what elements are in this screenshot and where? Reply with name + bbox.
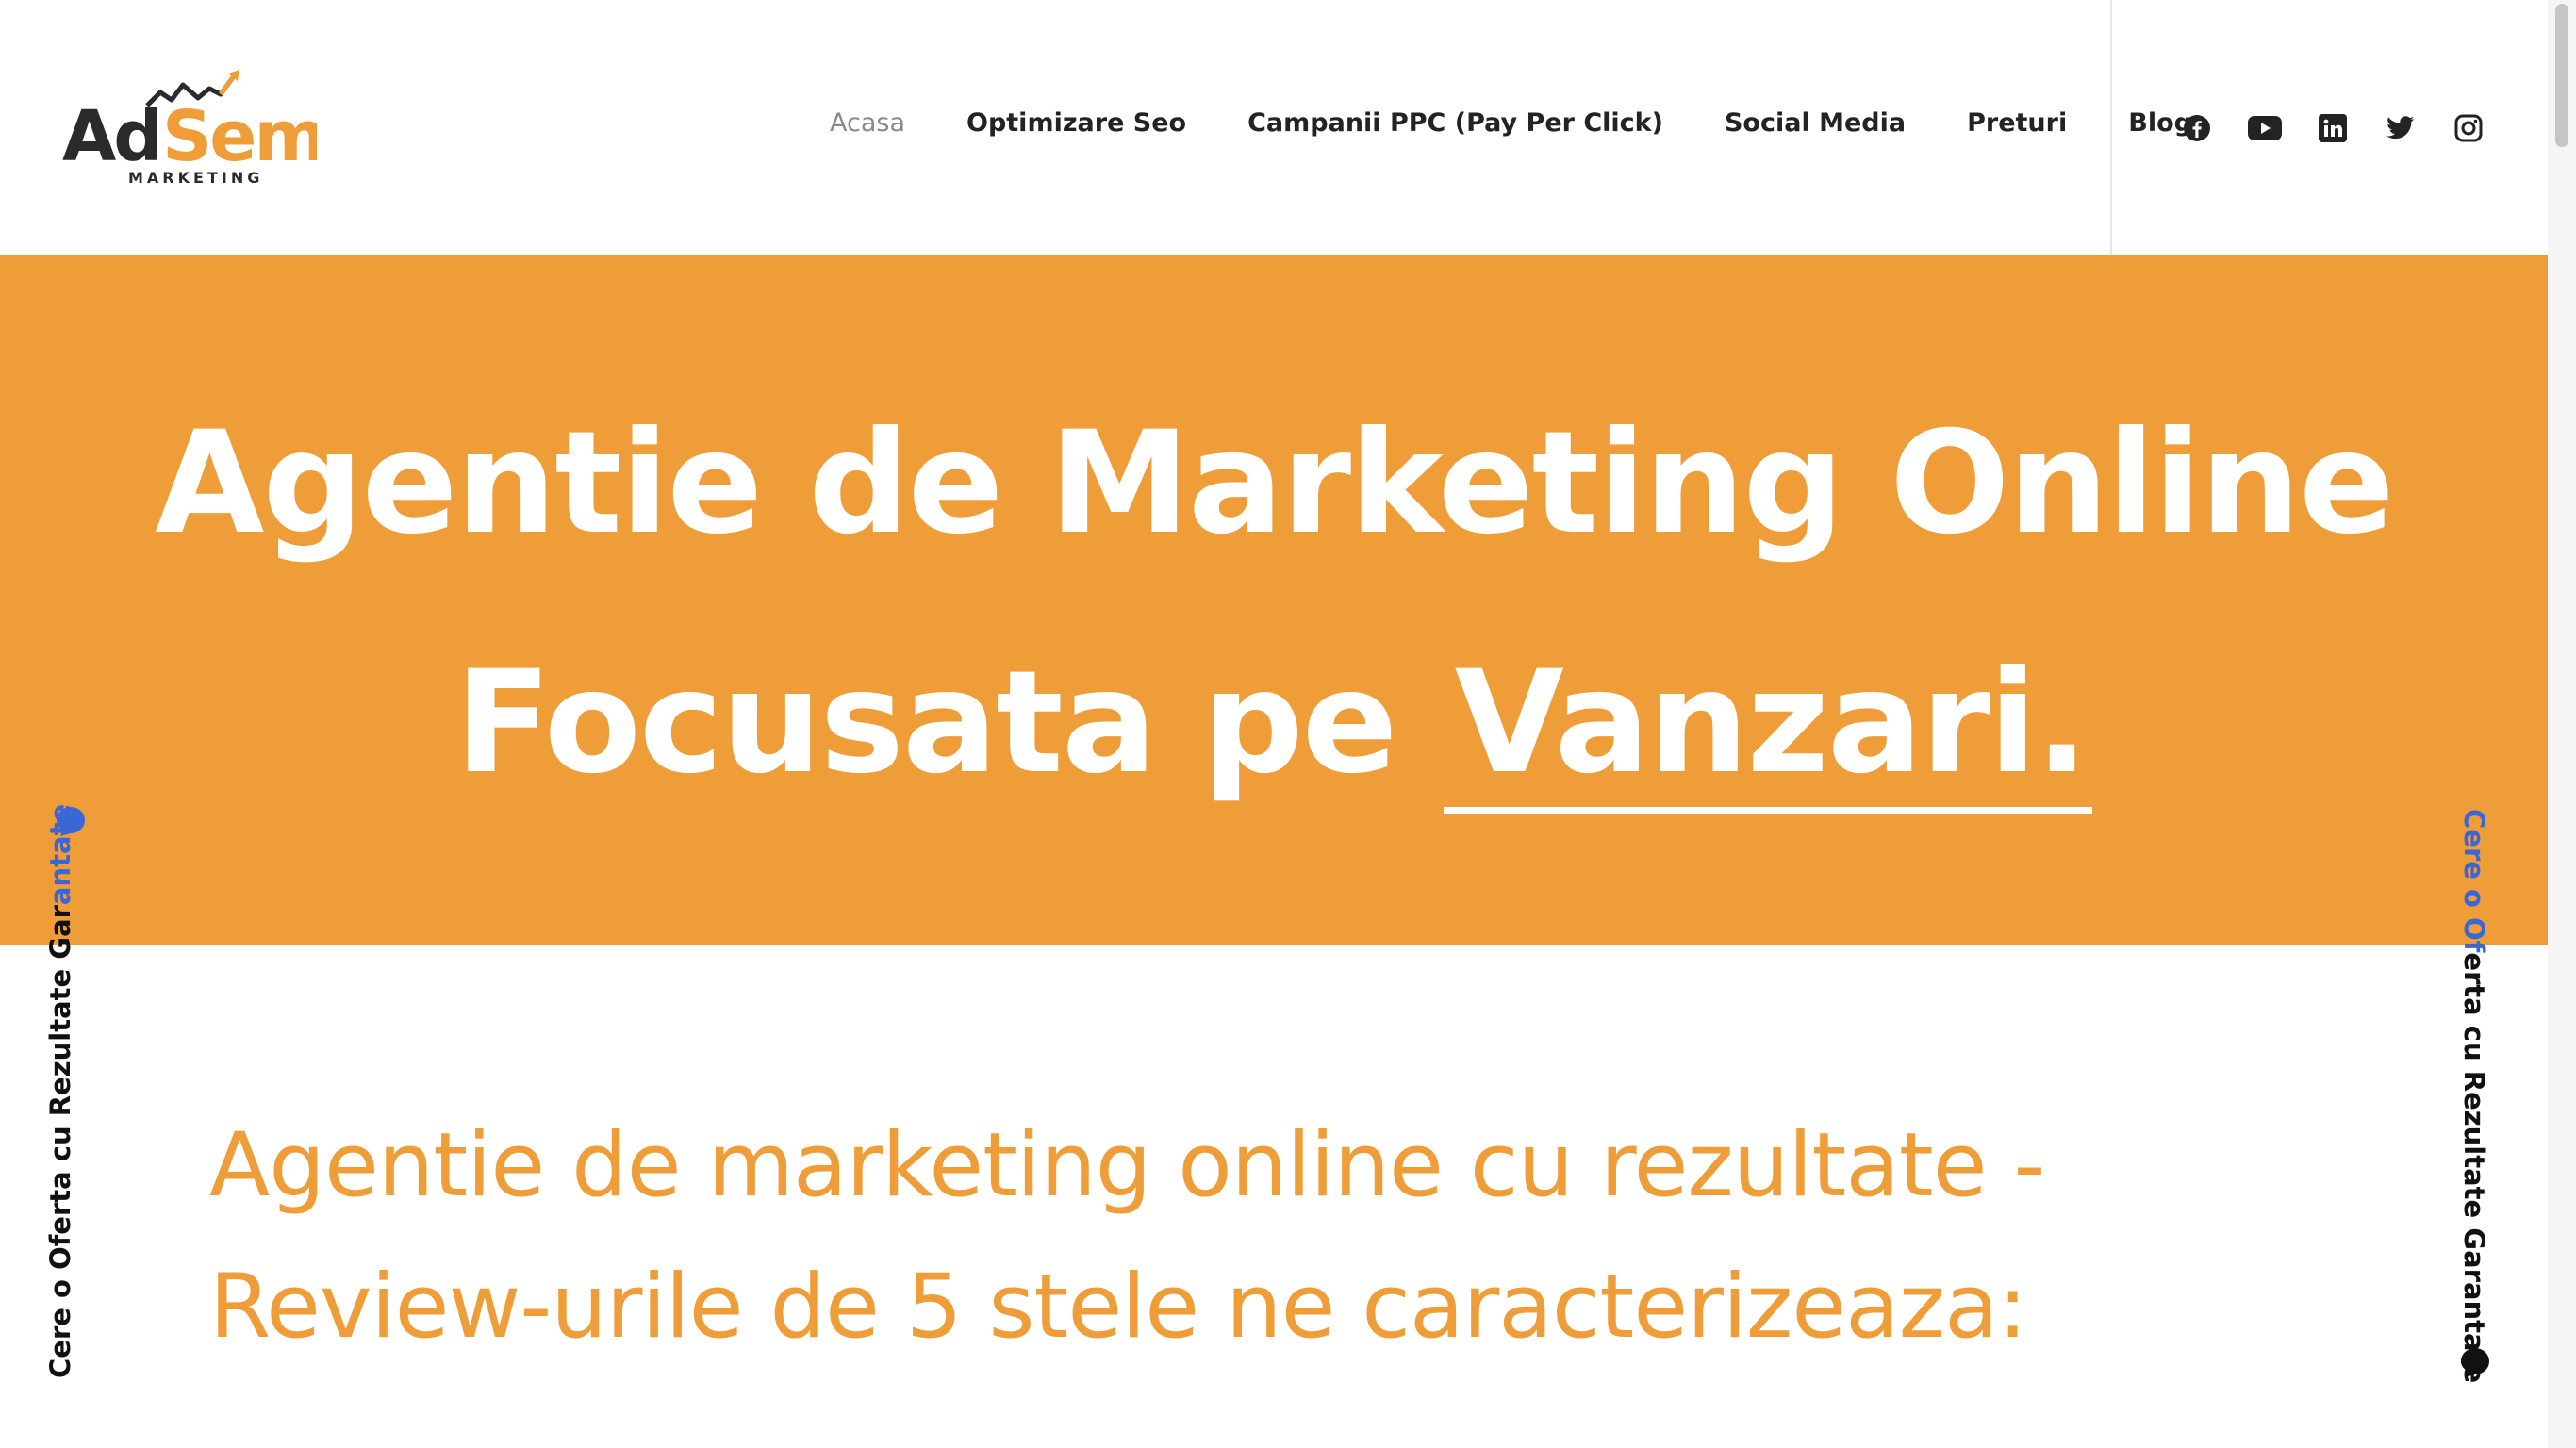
scrollbar-thumb[interactable]: [2555, 4, 2568, 147]
hero-banner: Agentie de Marketing Online Focusata pe …: [0, 255, 2548, 945]
logo-text-sem: Sem: [162, 96, 317, 177]
nav-link-social-media[interactable]: Social Media: [1725, 108, 1906, 138]
hero-title-highlight: Vanzari.: [1443, 641, 2093, 814]
youtube-icon[interactable]: [2246, 109, 2284, 147]
header-divider: [2110, 0, 2112, 255]
adsem-logo[interactable]: Ad Sem MARKETING: [62, 68, 327, 189]
chat-bubble-icon[interactable]: [2459, 1346, 2491, 1382]
page-scrollbar[interactable]: [2548, 0, 2576, 1448]
hero-title-prefix: Focusata pe: [454, 641, 1398, 805]
reviews-heading-line-2: Review-urile de 5 stele ne caracterizeaz…: [209, 1256, 2027, 1358]
social-links: [2178, 109, 2518, 147]
side-tab-left-text-blue: antate: [44, 803, 76, 906]
linkedin-icon[interactable]: [2314, 109, 2352, 147]
logo-tagline: MARKETING: [128, 169, 263, 187]
side-tab-right-text-dark: erta cu Rezultate Garantate: [2458, 952, 2490, 1384]
instagram-icon[interactable]: [2450, 109, 2487, 147]
reviews-heading-line-1: Agentie de marketing online cu rezultate…: [209, 1114, 2045, 1217]
facebook-icon[interactable]: [2178, 109, 2216, 147]
twitter-icon[interactable]: [2382, 109, 2419, 147]
nav-link-preturi[interactable]: Preturi: [1967, 108, 2067, 138]
logo-mark: Ad Sem MARKETING: [62, 70, 327, 187]
site-header: Ad Sem MARKETING Acasa Optimizare Seo Ca…: [0, 0, 2548, 255]
main-nav: Acasa Optimizare Seo Campanii PPC (Pay P…: [830, 108, 2254, 138]
logo-text-ad: Ad: [62, 96, 160, 177]
side-tab-offer-left[interactable]: Cere o Oferta cu Rezultate Garantate: [44, 803, 76, 1378]
nav-link-acasa[interactable]: Acasa: [830, 108, 905, 138]
hero-title-line-1: Agentie de Marketing Online: [155, 402, 2394, 566]
side-tab-left-text-dark: Cere o Oferta cu Rezultate Gar: [44, 905, 76, 1378]
side-tab-offer-right[interactable]: Cere o Oferta cu Rezultate Garantate: [2458, 809, 2490, 1384]
nav-link-optimizare-seo[interactable]: Optimizare Seo: [966, 108, 1186, 138]
hero-title-line-2: Focusata pe Vanzari.: [0, 641, 2548, 814]
nav-link-campanii-ppc[interactable]: Campanii PPC (Pay Per Click): [1247, 108, 1663, 138]
reviews-heading: Agentie de marketing online cu rezultate…: [209, 1095, 2378, 1378]
side-tab-right-text-blue: Cere o Of: [2458, 809, 2490, 953]
